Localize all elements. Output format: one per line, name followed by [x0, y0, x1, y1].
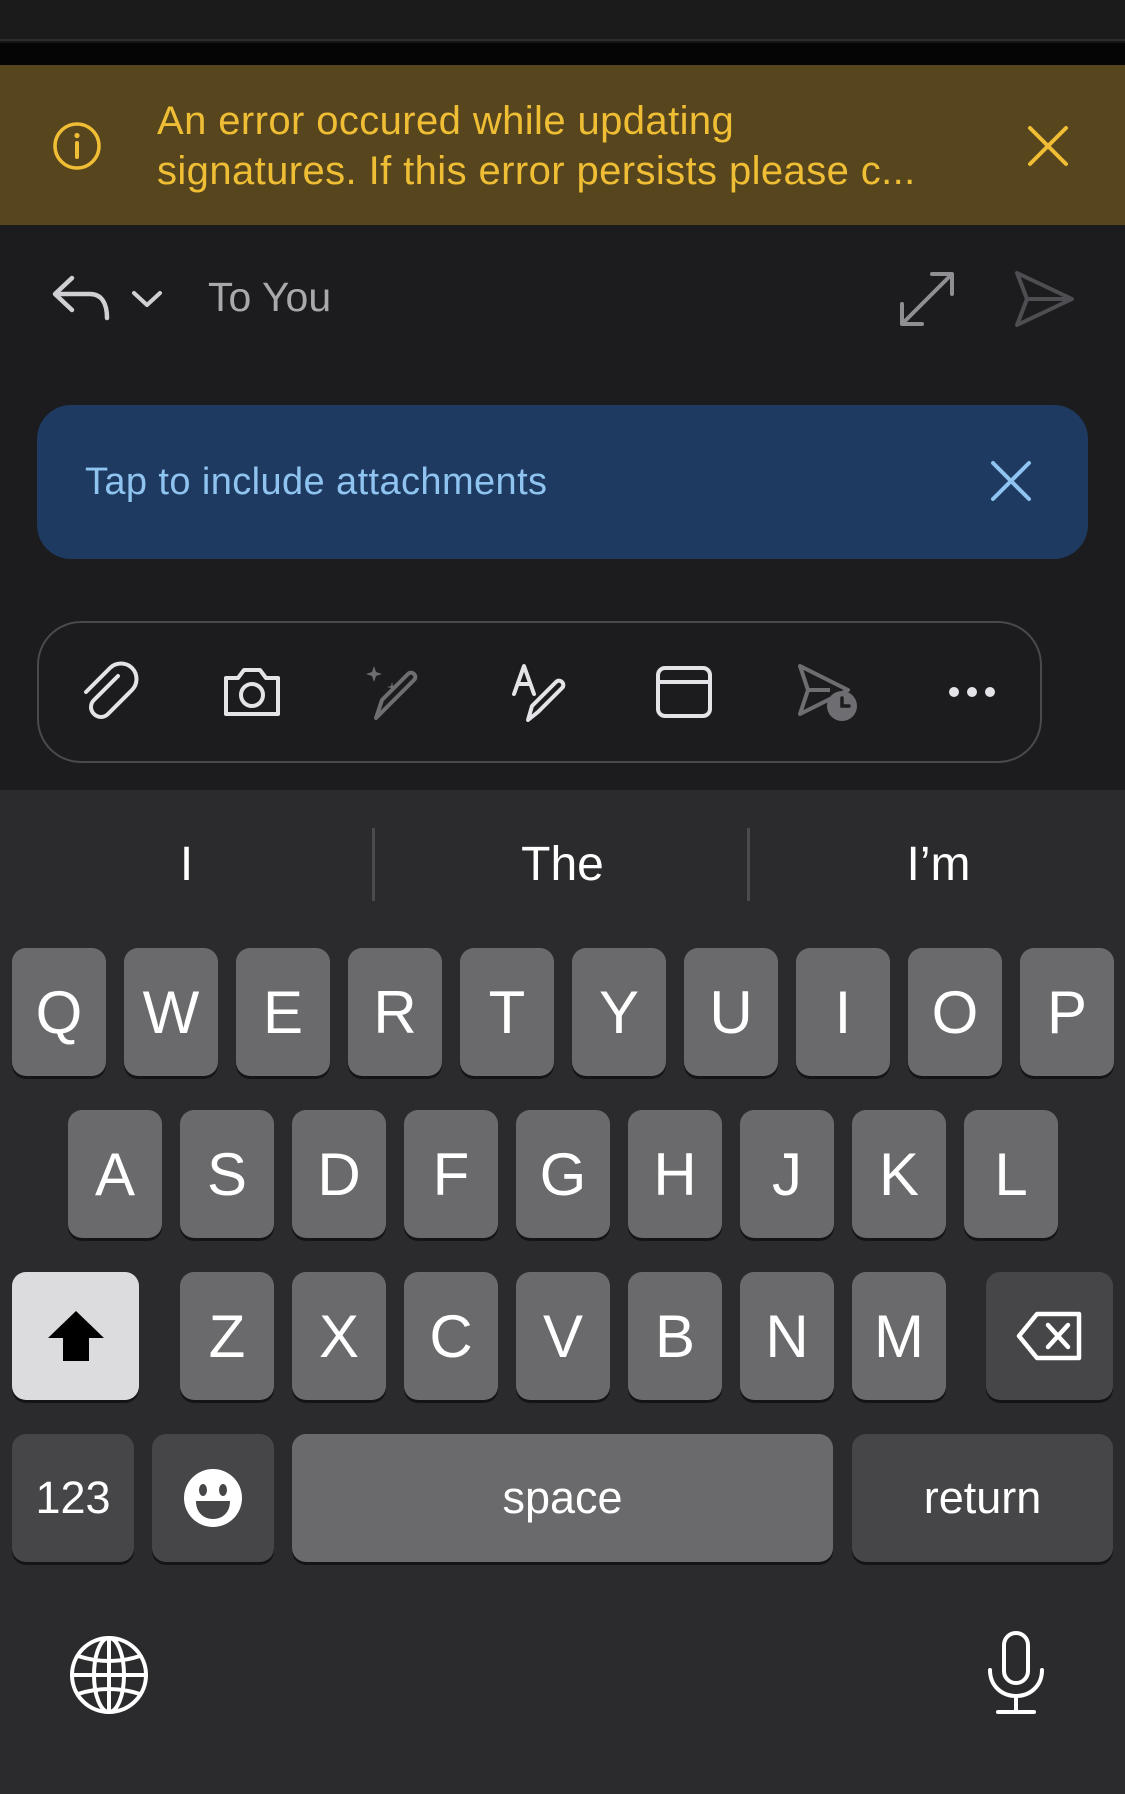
key-t[interactable]: T [460, 948, 554, 1076]
space-key[interactable]: space [292, 1434, 833, 1562]
key-k[interactable]: K [852, 1110, 946, 1238]
key-n[interactable]: N [740, 1272, 834, 1400]
error-message-line-1: An error occured while updating [157, 99, 735, 143]
key-p[interactable]: P [1020, 948, 1114, 1076]
status-bar [0, 0, 1125, 41]
suggestion-3[interactable]: I’m [752, 835, 1125, 895]
more-icon[interactable] [940, 660, 1004, 724]
key-h[interactable]: H [628, 1110, 722, 1238]
key-m[interactable]: M [852, 1272, 946, 1400]
attachments-banner-label[interactable]: Tap to include attachments [85, 461, 547, 504]
delete-key[interactable] [986, 1272, 1113, 1400]
shift-key[interactable] [12, 1272, 139, 1400]
return-key[interactable]: return [852, 1434, 1113, 1562]
key-o[interactable]: O [908, 948, 1002, 1076]
microphone-icon[interactable] [984, 1630, 1048, 1716]
suggestion-divider [372, 828, 375, 901]
key-v[interactable]: V [516, 1272, 610, 1400]
error-message: An error occured while updating signatur… [157, 96, 997, 196]
numbers-key-label: 123 [35, 1472, 111, 1523]
key-b[interactable]: B [628, 1272, 722, 1400]
suggestion-2[interactable]: The [376, 835, 749, 895]
status-bar-divider [0, 43, 1125, 65]
space-key-label: space [502, 1472, 623, 1523]
reply-icon[interactable] [50, 272, 112, 324]
close-icon[interactable] [1024, 122, 1072, 170]
key-l[interactable]: L [964, 1110, 1058, 1238]
camera-icon[interactable] [220, 660, 284, 724]
emoji-icon [184, 1469, 242, 1527]
key-e[interactable]: E [236, 948, 330, 1076]
key-d[interactable]: D [292, 1110, 386, 1238]
return-key-label: return [923, 1472, 1042, 1523]
key-x[interactable]: X [292, 1272, 386, 1400]
key-c[interactable]: C [404, 1272, 498, 1400]
suggestion-1[interactable]: I [0, 835, 373, 895]
calendar-icon[interactable] [652, 660, 716, 724]
numbers-key[interactable]: 123 [12, 1434, 134, 1562]
backspace-icon [1016, 1311, 1081, 1361]
key-g[interactable]: G [516, 1110, 610, 1238]
schedule-send-icon[interactable] [796, 660, 860, 724]
key-s[interactable]: S [180, 1110, 274, 1238]
key-u[interactable]: U [684, 948, 778, 1076]
emoji-key[interactable] [152, 1434, 274, 1562]
shift-icon [47, 1311, 104, 1361]
key-a[interactable]: A [68, 1110, 162, 1238]
key-i[interactable]: I [796, 948, 890, 1076]
format-text-icon[interactable] [508, 660, 572, 724]
key-w[interactable]: W [124, 948, 218, 1076]
key-q[interactable]: Q [12, 948, 106, 1076]
expand-icon[interactable] [898, 270, 956, 328]
close-icon[interactable] [988, 458, 1034, 504]
info-icon [53, 122, 101, 170]
recipient-label[interactable]: To You [208, 274, 331, 321]
key-z[interactable]: Z [180, 1272, 274, 1400]
key-y[interactable]: Y [572, 948, 666, 1076]
globe-icon[interactable] [68, 1634, 150, 1716]
magic-pen-icon[interactable] [362, 660, 426, 724]
paperclip-icon[interactable] [76, 660, 140, 724]
key-j[interactable]: J [740, 1110, 834, 1238]
suggestion-divider [747, 828, 750, 901]
key-r[interactable]: R [348, 948, 442, 1076]
key-f[interactable]: F [404, 1110, 498, 1238]
chevron-down-icon[interactable] [130, 285, 164, 313]
send-icon[interactable] [1012, 268, 1076, 330]
error-message-line-2: signatures. If this error persists pleas… [157, 149, 916, 193]
